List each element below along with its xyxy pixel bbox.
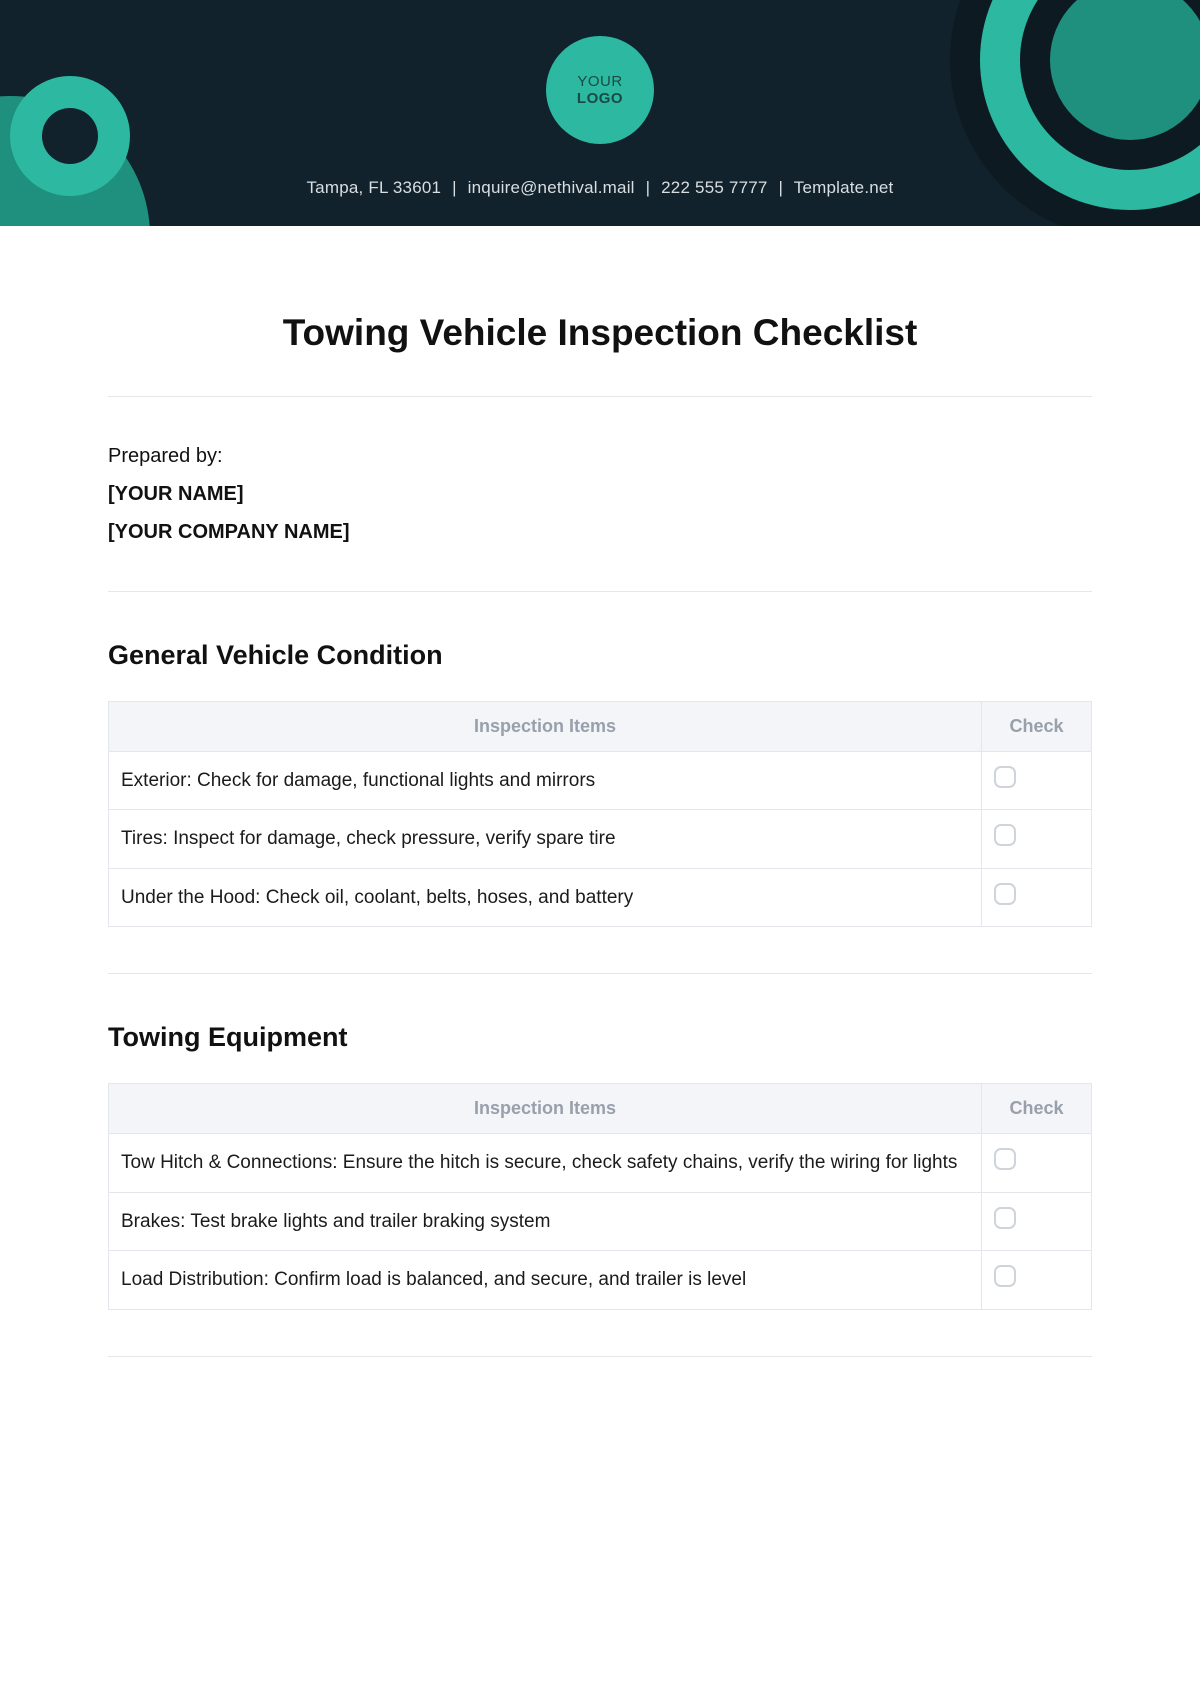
prepared-by-company: [YOUR COMPANY NAME] [108,513,1092,551]
inspection-item: Tow Hitch & Connections: Ensure the hitc… [109,1134,982,1192]
document-header: YOUR LOGO Tampa, FL 33601 | inquire@neth… [0,0,1200,226]
divider [108,396,1092,397]
inspection-item: Tires: Inspect for damage, check pressur… [109,810,982,868]
logo-line-2: LOGO [577,90,623,107]
prepared-by-block: Prepared by: [YOUR NAME] [YOUR COMPANY N… [108,437,1092,551]
inspection-item: Under the Hood: Check oil, coolant, belt… [109,868,982,926]
checkbox[interactable] [994,883,1016,905]
col-header-check: Check [982,1084,1092,1134]
contact-city: Tampa, FL 33601 [306,178,441,197]
table-row: Tow Hitch & Connections: Ensure the hitc… [109,1134,1092,1192]
page-body: Towing Vehicle Inspection Checklist Prep… [0,312,1200,1357]
logo-line-1: YOUR [577,73,622,90]
table-row: Tires: Inspect for damage, check pressur… [109,810,1092,868]
checkbox[interactable] [994,1207,1016,1229]
document-title: Towing Vehicle Inspection Checklist [108,312,1092,354]
checkbox[interactable] [994,1148,1016,1170]
checkbox[interactable] [994,1265,1016,1287]
table-row: Brakes: Test brake lights and trailer br… [109,1192,1092,1250]
section-heading-towing: Towing Equipment [108,1022,1092,1053]
table-row: Load Distribution: Confirm load is balan… [109,1251,1092,1309]
divider [108,973,1092,974]
separator: | [452,178,457,197]
col-header-items: Inspection Items [109,1084,982,1134]
table-towing-equipment: Inspection Items Check Tow Hitch & Conne… [108,1083,1092,1309]
separator: | [646,178,651,197]
decoration-bottom-left [0,96,150,226]
prepared-by-name: [YOUR NAME] [108,475,1092,513]
logo-placeholder: YOUR LOGO [546,36,654,144]
checkbox[interactable] [994,824,1016,846]
contact-phone: 222 555 7777 [661,178,767,197]
col-header-items: Inspection Items [109,702,982,752]
inspection-item: Exterior: Check for damage, functional l… [109,752,982,810]
divider [108,591,1092,592]
prepared-by-label: Prepared by: [108,437,1092,475]
checkbox[interactable] [994,766,1016,788]
section-heading-general: General Vehicle Condition [108,640,1092,671]
table-row: Exterior: Check for damage, functional l… [109,752,1092,810]
contact-email: inquire@nethival.mail [468,178,635,197]
separator: | [779,178,784,197]
table-general-condition: Inspection Items Check Exterior: Check f… [108,701,1092,927]
contact-line: Tampa, FL 33601 | inquire@nethival.mail … [0,178,1200,198]
divider [108,1356,1092,1357]
inspection-item: Load Distribution: Confirm load is balan… [109,1251,982,1309]
inspection-item: Brakes: Test brake lights and trailer br… [109,1192,982,1250]
contact-site: Template.net [794,178,894,197]
col-header-check: Check [982,702,1092,752]
table-row: Under the Hood: Check oil, coolant, belt… [109,868,1092,926]
